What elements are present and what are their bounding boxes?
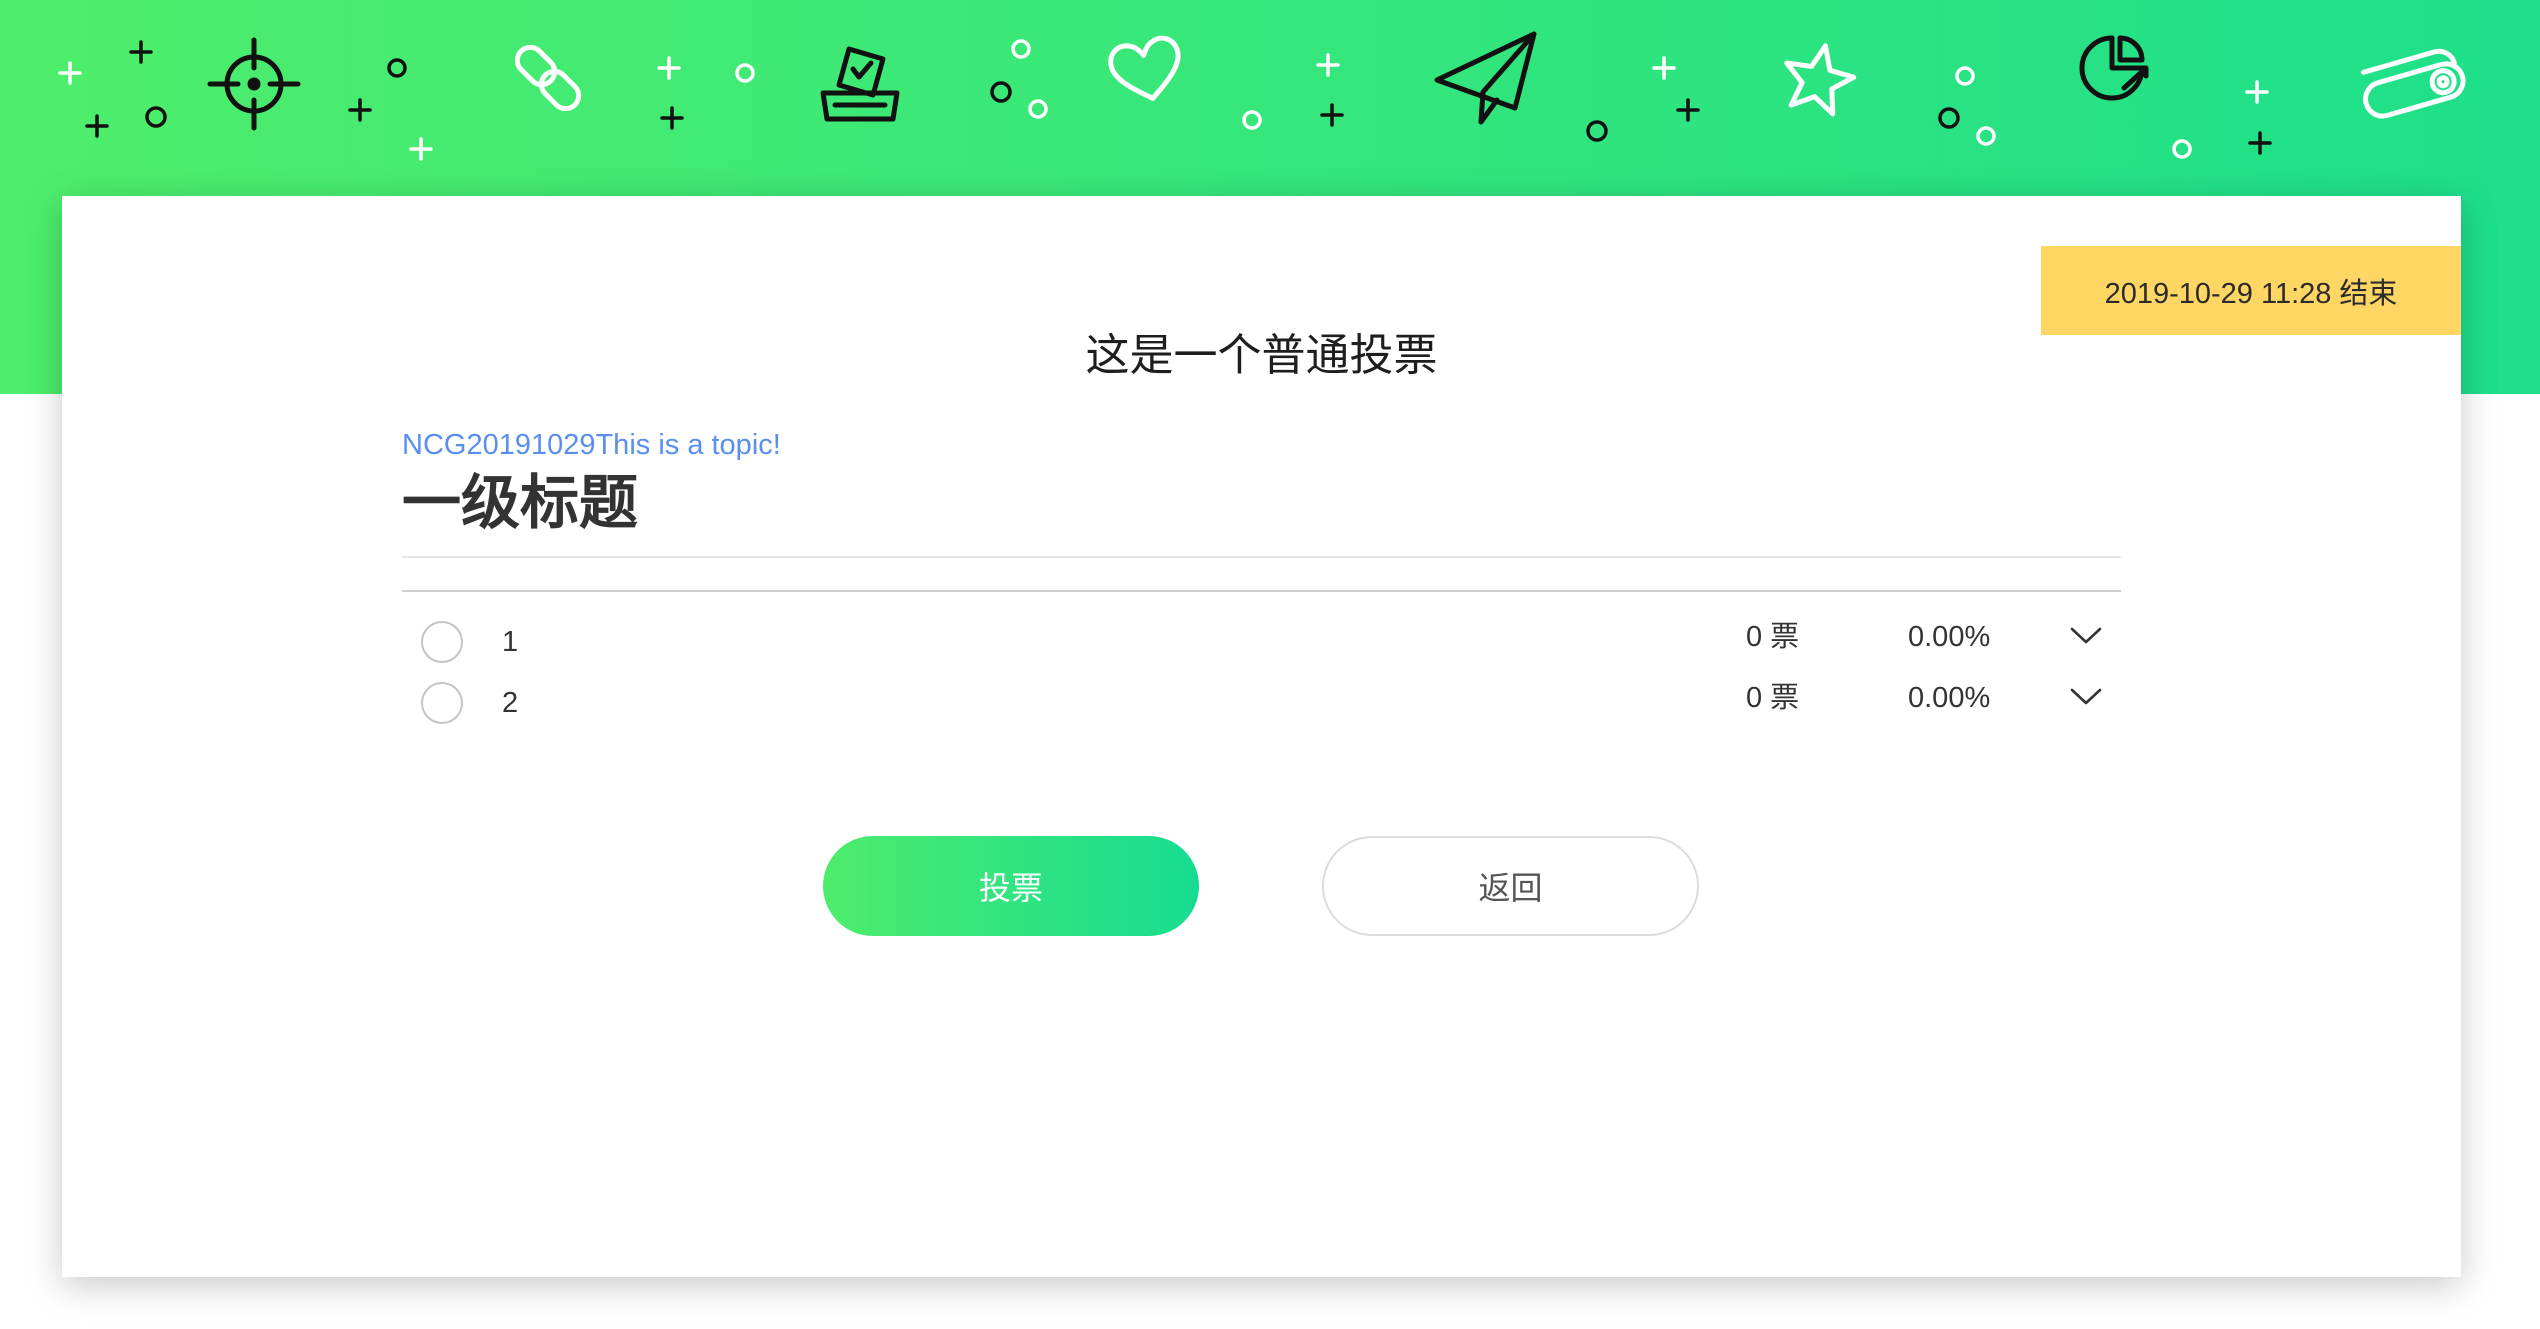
circle-decoration	[2172, 139, 2192, 159]
question-heading: 一级标题	[402, 470, 639, 536]
circle-decoration	[145, 106, 167, 128]
option-row[interactable]: 1 0 票 0.00%	[402, 612, 2121, 672]
circle-decoration	[735, 63, 755, 83]
circle-decoration	[1586, 120, 1608, 142]
circle-decoration	[1242, 110, 1262, 130]
plus-decoration	[85, 114, 109, 138]
plus-decoration	[2245, 80, 2269, 104]
option-percent: 0.00%	[1908, 621, 1991, 653]
circle-decoration	[387, 58, 407, 78]
end-time-text: 2019-10-29 11:28 结束	[2104, 277, 2398, 310]
plus-decoration	[1316, 53, 1340, 77]
back-button[interactable]: 返回	[1322, 836, 1699, 936]
circle-decoration	[990, 81, 1012, 103]
circle-decoration	[1938, 107, 1960, 129]
option-vote-count: 0 票	[1746, 682, 1800, 714]
ballot-box-icon	[820, 46, 900, 122]
circle-decoration	[1028, 99, 1048, 119]
option-label: 1	[502, 626, 519, 658]
plus-decoration	[348, 98, 372, 122]
divider	[402, 590, 2121, 592]
option-percent: 0.00%	[1908, 682, 1991, 714]
circle-decoration	[1955, 66, 1975, 86]
plus-decoration	[1676, 98, 1700, 122]
circle-decoration	[1976, 126, 1996, 146]
pie-chart-icon	[2079, 35, 2149, 101]
star-icon	[1784, 43, 1857, 117]
option-row[interactable]: 2 0 票 0.00%	[402, 673, 2121, 733]
option-vote-count: 0 票	[1746, 621, 1800, 653]
plus-decoration	[2248, 131, 2272, 155]
circle-decoration	[1011, 39, 1031, 59]
divider	[402, 556, 2121, 558]
plus-decoration	[660, 106, 684, 130]
plus-decoration	[1652, 56, 1676, 80]
toggle-icon	[2360, 48, 2466, 119]
plus-decoration	[657, 56, 681, 80]
plus-decoration	[409, 137, 433, 161]
option-label: 2	[502, 687, 519, 719]
plus-decoration	[129, 40, 153, 64]
vote-button[interactable]: 投票	[823, 836, 1199, 936]
plus-decoration	[1320, 103, 1344, 127]
topic-code: NCG20191029This is a topic!	[402, 429, 781, 461]
heart-icon	[1108, 35, 1181, 101]
option-radio[interactable]	[421, 682, 463, 724]
link-icon	[514, 44, 582, 112]
paper-plane-icon	[1434, 31, 1537, 125]
option-radio[interactable]	[421, 621, 463, 663]
chevron-down-icon[interactable]	[2070, 688, 2102, 706]
plus-decoration	[58, 61, 82, 85]
chevron-down-icon[interactable]	[2070, 627, 2102, 645]
vote-content: NCG20191029This is a topic! 一级标题 1 0 票 0…	[402, 196, 2121, 1277]
crosshair-icon	[207, 37, 301, 131]
vote-card: 2019-10-29 11:28 结束 这是一个普通投票 NCG20191029…	[62, 196, 2461, 1277]
